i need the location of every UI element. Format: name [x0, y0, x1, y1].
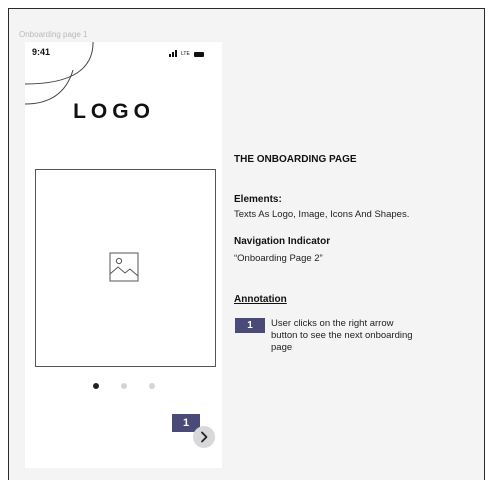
annotation-marker: 1	[235, 318, 265, 333]
pagination-dot[interactable]	[149, 383, 155, 389]
chevron-right-icon	[201, 431, 208, 443]
navigation-text: “Onboarding Page 2”	[234, 253, 323, 264]
network-label: LTE	[181, 51, 190, 57]
image-placeholder	[35, 169, 216, 367]
annotation-heading: Annotation	[234, 294, 287, 305]
frame-label: Onboarding page 1	[19, 30, 88, 39]
pagination-dot-active[interactable]	[93, 383, 99, 389]
battery-icon	[193, 52, 204, 57]
image-placeholder-icon	[109, 252, 139, 282]
pagination-dots	[93, 383, 155, 389]
annotation-text: User clicks on the right arrow button to…	[271, 318, 413, 353]
phone-screen: 9:41 LTE LOGO 1	[25, 42, 222, 468]
status-time: 9:41	[32, 47, 51, 57]
elements-text: Texts As Logo, Image, Icons And Shapes.	[234, 209, 410, 220]
next-arrow-button[interactable]	[193, 426, 215, 448]
status-bar-icons: LTE	[169, 50, 204, 57]
signal-icon	[169, 50, 177, 57]
pagination-dot[interactable]	[121, 383, 127, 389]
elements-heading: Elements:	[234, 194, 282, 205]
info-title: THE ONBOARDING PAGE	[234, 154, 357, 165]
logo-text: LOGO	[73, 100, 155, 123]
navigation-heading: Navigation Indicator	[234, 236, 331, 247]
